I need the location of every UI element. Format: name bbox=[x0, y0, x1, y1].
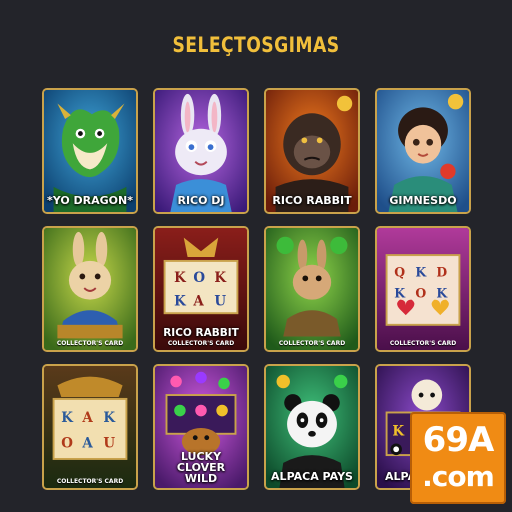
game-card-lucky-clover-wild[interactable]: LUCKY CLOVER WILD bbox=[153, 364, 249, 490]
svg-text:U: U bbox=[103, 435, 115, 451]
svg-text:K: K bbox=[392, 424, 405, 440]
game-card-collectors-1[interactable]: COLLECTOR'S CARD bbox=[42, 226, 138, 352]
game-card-title: RICO RABBIT bbox=[272, 194, 352, 207]
game-card-yo-dragon[interactable]: *YO DRAGON* bbox=[42, 88, 138, 214]
svg-text:K: K bbox=[61, 410, 74, 426]
svg-text:K: K bbox=[103, 410, 116, 426]
svg-text:K: K bbox=[436, 286, 448, 301]
game-card-title: GIMNESDO bbox=[389, 194, 457, 207]
game-card-title: RICO RABBIT bbox=[163, 327, 239, 339]
game-card-gimnesdo[interactable]: GIMNESDO bbox=[375, 88, 471, 214]
page-title: SELEÇTOSGIMAS bbox=[172, 33, 340, 57]
svg-text:D: D bbox=[436, 264, 447, 279]
svg-text:O: O bbox=[415, 286, 426, 301]
game-card-subtitle: COLLECTOR'S CARD bbox=[167, 340, 235, 347]
rabbit-gold-artwork bbox=[44, 228, 136, 350]
svg-text:A: A bbox=[192, 293, 204, 309]
game-card-title: *YO DRAGON* bbox=[47, 194, 133, 207]
svg-text:O: O bbox=[61, 435, 73, 451]
svg-text:U: U bbox=[214, 293, 226, 309]
game-card-collectors-2[interactable]: COLLECTOR'S CARD bbox=[264, 226, 360, 352]
svg-text:K: K bbox=[394, 286, 406, 301]
game-card-alpaca-pays[interactable]: ALPACA PAYS bbox=[264, 364, 360, 490]
game-card-title: ALPACA PAYS bbox=[271, 470, 353, 483]
game-card-subtitle: COLLECTOR'S CARD bbox=[56, 478, 124, 485]
logo-text-main: 69A bbox=[422, 420, 495, 460]
svg-text:K: K bbox=[415, 264, 427, 279]
game-grid: *YO DRAGON* RICO DJ RICO RABBIT GIMNESDO… bbox=[42, 88, 471, 490]
slot-purple-artwork: Q K D K O K bbox=[377, 228, 469, 350]
game-card-rico-rabbit-collectors[interactable]: K O K K A U RICO RABBIT COLLECTOR'S CARD bbox=[153, 226, 249, 352]
game-card-collectors-4[interactable]: K A K O A U COLLECTOR'S CARD bbox=[42, 364, 138, 490]
slot-jungle-artwork: K A K O A U bbox=[44, 366, 136, 488]
svg-text:A: A bbox=[81, 410, 93, 426]
game-card-rico-dj[interactable]: RICO DJ bbox=[153, 88, 249, 214]
svg-text:O: O bbox=[193, 270, 205, 286]
logo-text-domain: .com bbox=[422, 460, 495, 493]
svg-text:K: K bbox=[174, 293, 187, 309]
game-card-subtitle: COLLECTOR'S CARD bbox=[278, 340, 346, 347]
game-card-title: LUCKY CLOVER WILD bbox=[176, 450, 226, 485]
svg-text:K: K bbox=[214, 270, 227, 286]
game-card-rico-rabbit[interactable]: RICO RABBIT bbox=[264, 88, 360, 214]
svg-text:Q: Q bbox=[394, 264, 405, 279]
game-card-subtitle: COLLECTOR'S CARD bbox=[56, 340, 124, 347]
game-card-collectors-3[interactable]: Q K D K O K COLLECTOR'S CARD bbox=[375, 226, 471, 352]
game-card-subtitle: COLLECTOR'S CARD bbox=[389, 340, 457, 347]
svg-text:A: A bbox=[81, 435, 93, 451]
site-logo[interactable]: 69A .com bbox=[410, 412, 506, 504]
game-card-title: RICO DJ bbox=[177, 194, 225, 207]
svg-text:K: K bbox=[174, 270, 187, 286]
rabbit-green-artwork bbox=[266, 228, 358, 350]
